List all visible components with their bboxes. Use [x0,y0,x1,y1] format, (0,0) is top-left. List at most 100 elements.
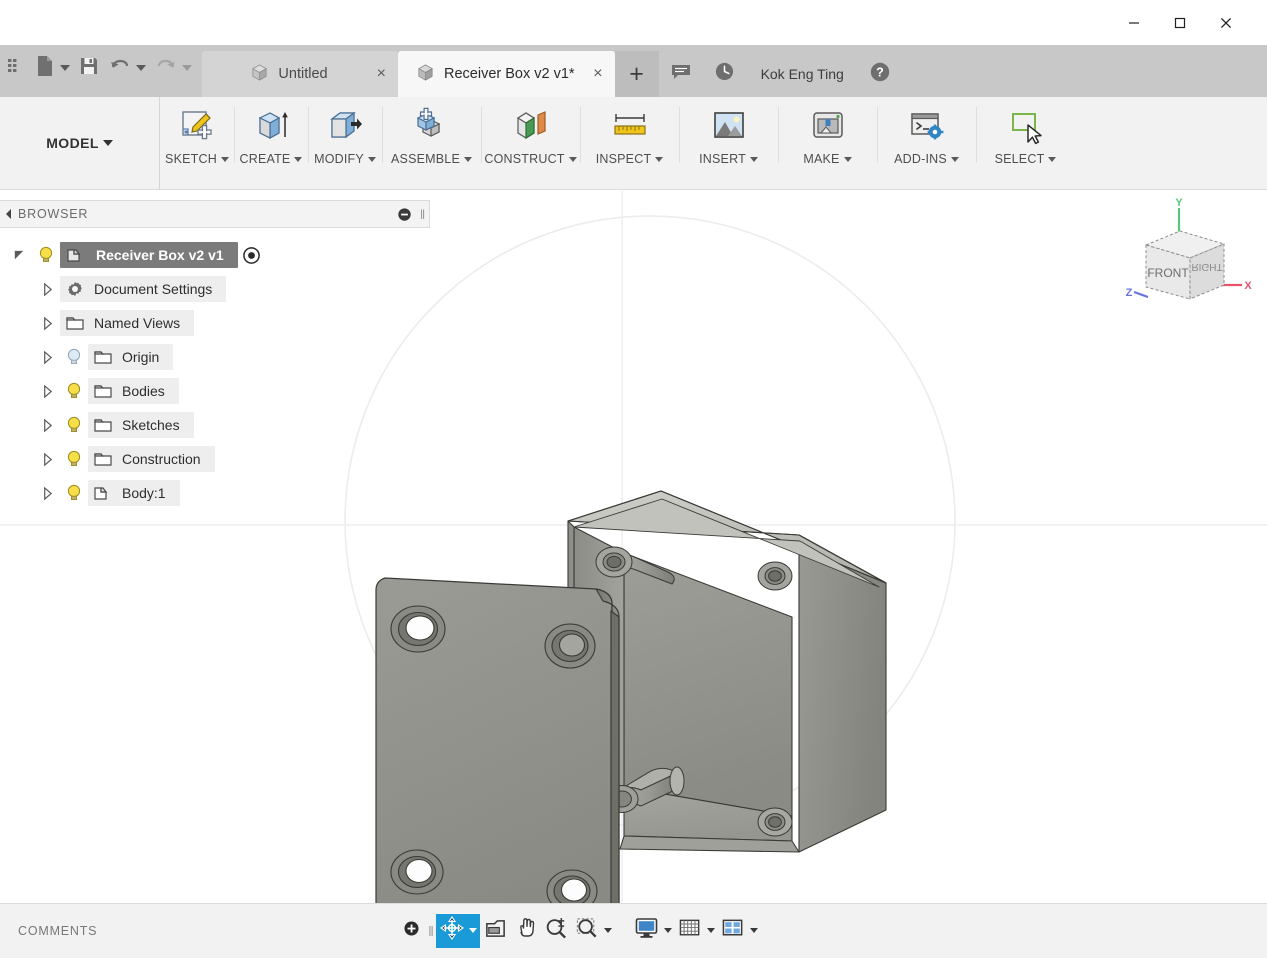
new-tab-button[interactable]: + [614,51,659,97]
visibility-bulb-icon[interactable] [32,245,60,265]
grid-snaps-button[interactable] [675,914,718,948]
new-document-button[interactable] [30,48,74,88]
help-button[interactable]: ? [858,51,902,97]
chevron-down-icon[interactable] [843,156,852,162]
triangle-right-icon[interactable] [34,452,60,467]
ribbon-group-create[interactable]: CREATE [234,97,308,189]
triangle-right-icon[interactable] [34,282,60,297]
tab-receiver-box[interactable]: Receiver Box v2 v1* × [398,51,615,97]
ribbon-group-inspect[interactable]: INSPECT [580,97,679,189]
comments-label[interactable]: COMMENTS [0,924,97,938]
chevron-down-icon[interactable] [469,928,477,933]
tree-item-body-1[interactable]: Body:1 [0,476,430,510]
chevron-down-icon[interactable] [950,156,959,162]
chevron-down-icon[interactable] [136,65,146,71]
undo-button[interactable] [104,48,150,88]
chevron-down-icon[interactable] [750,928,758,933]
tree-item-construction[interactable]: Construction [0,442,430,476]
clock-icon [714,61,735,87]
maximize-button[interactable] [1157,7,1203,39]
chevron-down-icon[interactable] [220,156,229,162]
pan-button[interactable] [511,914,541,948]
add-marker-button[interactable] [396,914,426,948]
tree-item-document-settings[interactable]: Document Settings [0,272,430,306]
user-name[interactable]: Kok Eng Ting [747,51,858,97]
save-button[interactable] [74,48,104,88]
chevron-down-icon[interactable] [749,156,758,162]
triangle-down-icon[interactable] [6,248,32,263]
tab-untitled[interactable]: Untitled × [202,51,398,97]
tab-close-button[interactable]: × [377,66,386,82]
tree-item-sketches[interactable]: Sketches [0,408,430,442]
chevron-down-icon[interactable] [707,928,715,933]
ribbon-group-select[interactable]: SELECT [976,97,1075,189]
ribbon-group-insert[interactable]: INSERT [679,97,778,189]
triangle-right-icon[interactable] [34,350,60,365]
view-cube[interactable]: Y X Z FRONT RIGHT [1118,197,1263,320]
zoom-button[interactable] [541,914,572,948]
grid-icon [6,56,26,81]
close-button[interactable] [1203,7,1249,39]
chevron-down-icon[interactable] [102,140,113,146]
chevron-down-icon[interactable] [294,156,303,162]
quick-access-toolbar [0,45,196,97]
fit-button[interactable] [572,914,615,948]
collapse-arrow-icon[interactable] [0,208,18,220]
triangle-right-icon[interactable] [34,418,60,433]
visibility-bulb-icon[interactable] [60,381,88,401]
comment-button[interactable] [659,51,703,97]
visibility-bulb-icon[interactable] [60,415,88,435]
ribbon-group-construct[interactable]: CONSTRUCT [481,97,580,189]
tree-item-bodies[interactable]: Bodies [0,374,430,408]
look-at-button[interactable] [480,914,511,948]
chevron-down-icon[interactable] [182,65,192,71]
viewports-button[interactable] [718,914,761,948]
ribbon-group-add-ins[interactable]: ADD-INS [877,97,976,189]
visibility-bulb-icon[interactable] [60,449,88,469]
sketch-icon [173,103,221,149]
redo-button[interactable] [150,48,196,88]
triangle-right-icon[interactable] [34,486,60,501]
tab-label: Receiver Box v2 v1* [444,66,575,82]
chevron-down-icon[interactable] [1048,156,1057,162]
minus-circle-icon[interactable] [391,207,417,222]
svg-text:?: ? [876,65,884,79]
chevron-down-icon[interactable] [464,156,472,162]
chevron-down-icon[interactable] [60,65,70,71]
label-text: ASSEMBLE [391,152,460,166]
app-grid-button[interactable] [2,48,30,88]
chevron-down-icon[interactable] [655,156,664,162]
orbit-button[interactable] [436,913,480,948]
chevron-down-icon[interactable] [568,156,577,162]
tab-bar: Untitled × Receiver Box v2 v1* × + Kok E… [0,45,1267,97]
tree-item-label: Document Settings [94,281,213,297]
label-text: SELECT [994,152,1045,166]
chevron-down-icon[interactable] [604,928,612,933]
history-button[interactable] [703,51,747,97]
browser-tree: Receiver Box v2 v1 Document Settings Nam… [0,228,430,510]
folder-icon [88,347,118,367]
triangle-right-icon[interactable] [34,384,60,399]
minimize-button[interactable] [1111,7,1157,39]
plus-circle-icon [403,920,420,942]
gear-icon [60,279,90,299]
tab-close-button[interactable]: × [593,66,602,82]
tree-item-named-views[interactable]: Named Views [0,306,430,340]
triangle-right-icon[interactable] [34,316,60,331]
chevron-down-icon[interactable] [664,928,672,933]
document-icon [34,54,56,83]
chevron-down-icon[interactable] [367,156,376,162]
ribbon-group-make[interactable]: MAKE [778,97,877,189]
ribbon-group-sketch[interactable]: SKETCH [160,97,234,189]
resize-grip-icon[interactable]: ‖ [417,207,429,222]
ribbon-group-assemble[interactable]: ASSEMBLE [382,97,481,189]
tree-item-receiver-box[interactable]: Receiver Box v2 v1 [0,238,430,272]
visibility-bulb-icon[interactable] [60,347,88,367]
visibility-bulb-icon[interactable] [60,483,88,503]
assemble-icon [408,103,456,149]
workspace-switcher[interactable]: MODEL [0,97,160,189]
display-settings-button[interactable] [631,914,675,948]
tree-item-origin[interactable]: Origin [0,340,430,374]
radio-selected-icon[interactable] [238,246,266,265]
ribbon-group-modify[interactable]: MODIFY [308,97,382,189]
